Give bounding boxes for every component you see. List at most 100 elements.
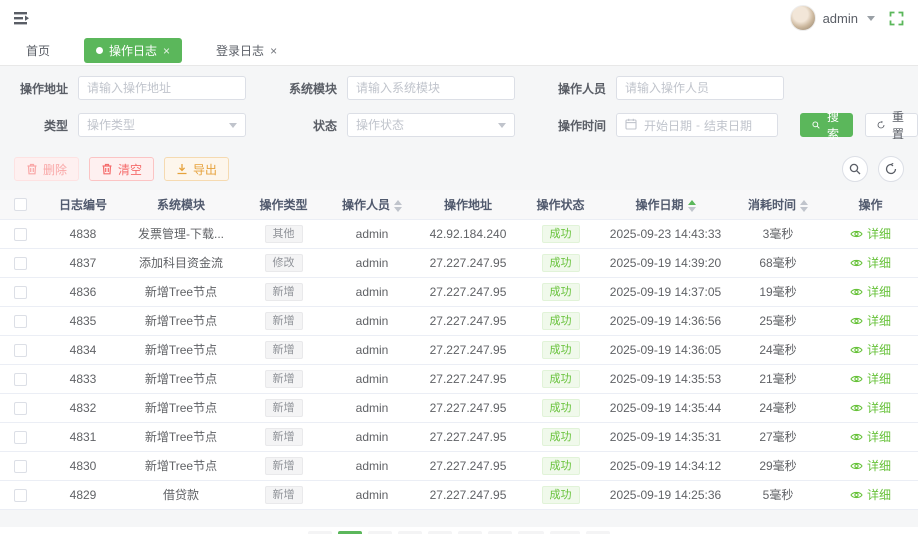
row-checkbox[interactable] bbox=[13, 401, 27, 415]
detail-link[interactable]: 详细 bbox=[850, 457, 891, 474]
filter-address-label: 操作地址 bbox=[19, 81, 68, 96]
cell-module: 新增Tree节点 bbox=[126, 364, 236, 394]
header-log-id: 日志编号 bbox=[40, 190, 126, 220]
header-status: 操作状态 bbox=[523, 190, 598, 220]
detail-link[interactable]: 详细 bbox=[850, 254, 891, 271]
sort-icon[interactable] bbox=[800, 199, 808, 212]
cell-date: 2025-09-23 14:43:33 bbox=[598, 219, 733, 249]
detail-link[interactable]: 详细 bbox=[850, 370, 891, 387]
module-input[interactable] bbox=[348, 77, 514, 99]
filter-operator: 操作人员 bbox=[552, 76, 784, 100]
row-checkbox[interactable] bbox=[13, 314, 27, 328]
row-checkbox[interactable] bbox=[13, 343, 27, 357]
cell-log-id: 4838 bbox=[40, 219, 126, 249]
filter-time: 操作时间 开始日期 - 结束日期 bbox=[552, 113, 778, 137]
user-menu[interactable]: admin bbox=[789, 5, 875, 31]
row-checkbox[interactable] bbox=[13, 430, 27, 444]
cell-log-id: 4837 bbox=[40, 248, 126, 278]
header-cost[interactable]: 消耗时间 bbox=[733, 190, 823, 220]
tab-操作日志[interactable]: 操作日志 × bbox=[84, 38, 183, 63]
cell-cost: 29毫秒 bbox=[733, 451, 823, 481]
cell-operator: admin bbox=[331, 277, 413, 307]
cell-log-id: 4834 bbox=[40, 335, 126, 365]
detail-link[interactable]: 详细 bbox=[850, 225, 891, 242]
close-icon[interactable]: × bbox=[163, 45, 170, 57]
row-checkbox[interactable] bbox=[13, 227, 27, 241]
status-badge: 成功 bbox=[541, 311, 580, 330]
status-badge: 成功 bbox=[541, 253, 580, 272]
detail-link[interactable]: 详细 bbox=[850, 283, 891, 300]
operator-input[interactable] bbox=[617, 77, 783, 99]
filter-form: 操作地址 系统模块 操作人员 类型 状态 操作时间 bbox=[0, 66, 918, 141]
detail-link[interactable]: 详细 bbox=[850, 312, 891, 329]
tab-label: 操作日志 bbox=[109, 44, 158, 58]
date-end-placeholder: 结束日期 bbox=[704, 118, 753, 133]
type-select[interactable] bbox=[78, 113, 246, 137]
cell-module: 新增Tree节点 bbox=[126, 451, 236, 481]
detail-label: 详细 bbox=[866, 227, 891, 241]
export-button-label: 导出 bbox=[193, 162, 218, 177]
address-input[interactable] bbox=[79, 77, 245, 99]
cell-date: 2025-09-19 14:36:05 bbox=[598, 335, 733, 365]
header-module: 系统模块 bbox=[126, 190, 236, 220]
row-checkbox[interactable] bbox=[13, 285, 27, 299]
close-icon[interactable]: × bbox=[270, 45, 277, 57]
detail-link[interactable]: 详细 bbox=[850, 428, 891, 445]
detail-link[interactable]: 详细 bbox=[850, 341, 891, 358]
cell-date: 2025-09-19 14:39:20 bbox=[598, 248, 733, 278]
op-type-badge: 其他 bbox=[264, 224, 303, 243]
tab-label: 登录日志 bbox=[216, 44, 265, 58]
table-row: 4829 借贷款 新增 admin 27.227.247.95 成功 2025-… bbox=[0, 480, 918, 510]
reset-button[interactable]: 重置 bbox=[865, 110, 918, 141]
row-checkbox[interactable] bbox=[13, 372, 27, 386]
cell-address: 27.227.247.95 bbox=[413, 335, 523, 365]
topbar: admin bbox=[0, 0, 918, 36]
cell-operator: admin bbox=[331, 422, 413, 452]
detail-label: 详细 bbox=[866, 459, 891, 473]
cell-module: 新增Tree节点 bbox=[126, 335, 236, 365]
status-select-input[interactable] bbox=[348, 114, 494, 136]
detail-link[interactable]: 详细 bbox=[850, 399, 891, 416]
delete-button[interactable]: 删除 bbox=[14, 157, 80, 181]
cell-operator: admin bbox=[331, 335, 413, 365]
cell-log-id: 4836 bbox=[40, 277, 126, 307]
header-date[interactable]: 操作日期 bbox=[598, 190, 733, 220]
select-all-checkbox[interactable] bbox=[13, 198, 27, 212]
refresh-table-button[interactable] bbox=[878, 156, 904, 182]
fullscreen-icon[interactable] bbox=[889, 11, 904, 26]
cell-module: 添加科目资金流 bbox=[126, 248, 236, 278]
row-checkbox[interactable] bbox=[13, 488, 27, 502]
filter-status: 状态 bbox=[283, 113, 515, 137]
row-checkbox[interactable] bbox=[13, 459, 27, 473]
cell-operator: admin bbox=[331, 364, 413, 394]
sort-icon[interactable] bbox=[394, 199, 402, 212]
cell-date: 2025-09-19 14:35:31 bbox=[598, 422, 733, 452]
tab-登录日志[interactable]: 登录日志 × bbox=[208, 39, 285, 62]
row-checkbox[interactable] bbox=[13, 256, 27, 270]
search-button[interactable]: 搜索 bbox=[800, 110, 854, 141]
cell-date: 2025-09-19 14:36:56 bbox=[598, 306, 733, 336]
status-badge: 成功 bbox=[541, 456, 580, 475]
op-type-badge: 新增 bbox=[264, 427, 303, 446]
cell-operator: admin bbox=[331, 306, 413, 336]
table-row: 4833 新增Tree节点 新增 admin 27.227.247.95 成功 … bbox=[0, 364, 918, 394]
detail-label: 详细 bbox=[866, 401, 891, 415]
detail-label: 详细 bbox=[866, 488, 891, 502]
cell-cost: 24毫秒 bbox=[733, 393, 823, 423]
sort-icon-active[interactable] bbox=[687, 199, 696, 212]
status-select[interactable] bbox=[347, 113, 515, 137]
clean-button-label: 清空 bbox=[118, 162, 143, 177]
type-select-input[interactable] bbox=[79, 114, 225, 136]
tab-首页[interactable]: 首页 bbox=[18, 39, 58, 62]
filter-operator-label: 操作人员 bbox=[557, 81, 606, 96]
detail-link[interactable]: 详细 bbox=[850, 486, 891, 503]
detail-label: 详细 bbox=[866, 256, 891, 270]
clean-button[interactable]: 清空 bbox=[89, 157, 155, 181]
date-range-picker[interactable]: 开始日期 - 结束日期 bbox=[616, 113, 778, 137]
header-operator[interactable]: 操作人员 bbox=[331, 190, 413, 220]
cell-cost: 27毫秒 bbox=[733, 422, 823, 452]
export-button[interactable]: 导出 bbox=[164, 157, 230, 181]
toggle-search-button[interactable] bbox=[842, 156, 868, 182]
sidebar-fold-icon[interactable] bbox=[14, 11, 31, 26]
op-type-badge: 新增 bbox=[264, 311, 303, 330]
